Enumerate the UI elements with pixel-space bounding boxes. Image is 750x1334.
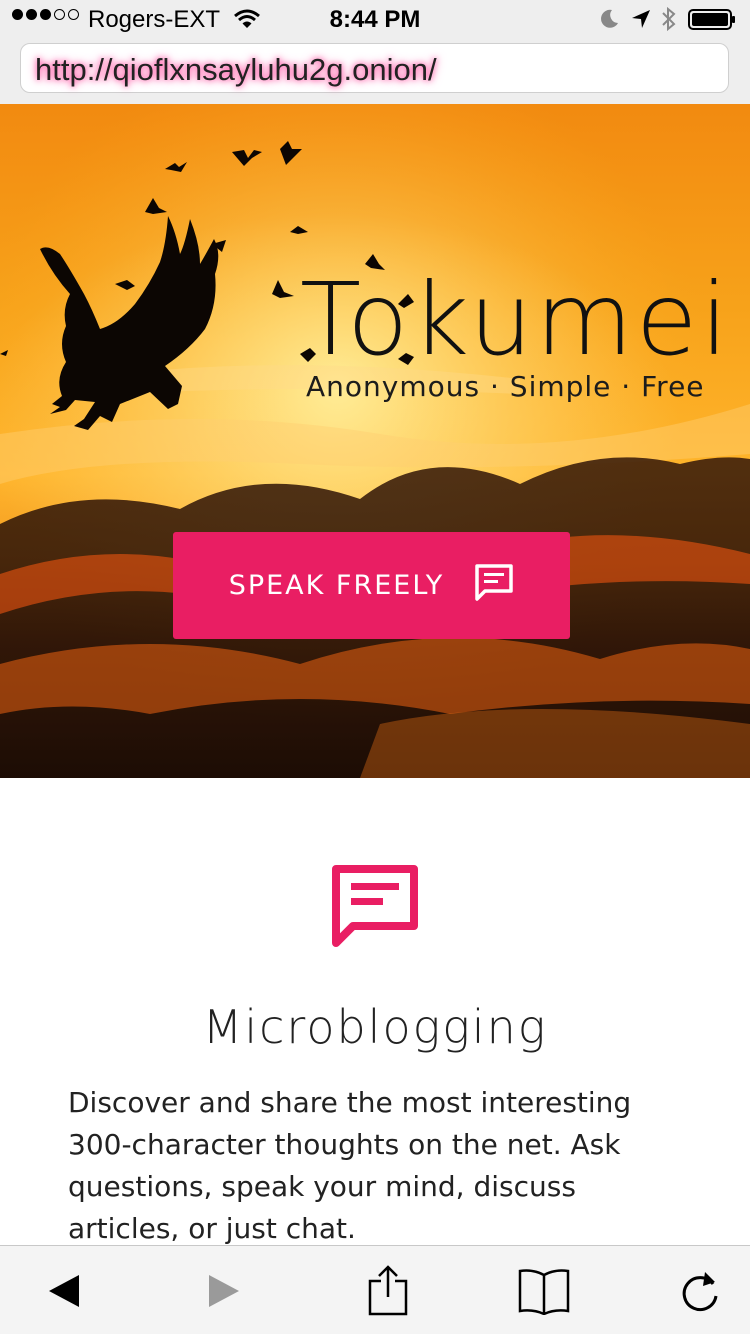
speak-freely-button[interactable]: SPEAK FREELY [173, 532, 570, 639]
browser-toolbar [0, 1245, 750, 1334]
forward-icon[interactable] [194, 1266, 254, 1316]
share-icon[interactable] [358, 1265, 418, 1316]
address-bar[interactable]: http://qioflxnsayluhu2g.onion/ [20, 43, 729, 93]
brand-title: Tokumei [300, 261, 732, 378]
comment-icon [474, 563, 514, 608]
status-bar: Rogers-EXT 8:44 PM [0, 0, 750, 40]
feature-title: Microblogging [202, 1000, 548, 1054]
hero-banner: Tokumei Anonymous · Simple · Free SPEAK … [0, 104, 750, 778]
brand-tagline: Anonymous · Simple · Free [306, 370, 705, 403]
feature-description: Discover and share the most interesting … [68, 1086, 632, 1245]
location-icon [630, 8, 652, 37]
comment-icon [331, 864, 419, 952]
sunset-clouds-background [0, 104, 750, 778]
bookmarks-icon[interactable] [514, 1266, 574, 1316]
url-text[interactable]: http://qioflxnsayluhu2g.onion/ [35, 52, 437, 88]
battery-icon [688, 9, 736, 30]
back-icon[interactable] [34, 1266, 94, 1316]
speak-freely-label: SPEAK FREELY [228, 570, 445, 601]
do-not-disturb-icon [598, 8, 620, 37]
browser-address-area: http://qioflxnsayluhu2g.onion/ [0, 40, 750, 105]
reload-icon[interactable] [670, 1266, 730, 1316]
bluetooth-icon [661, 6, 677, 38]
